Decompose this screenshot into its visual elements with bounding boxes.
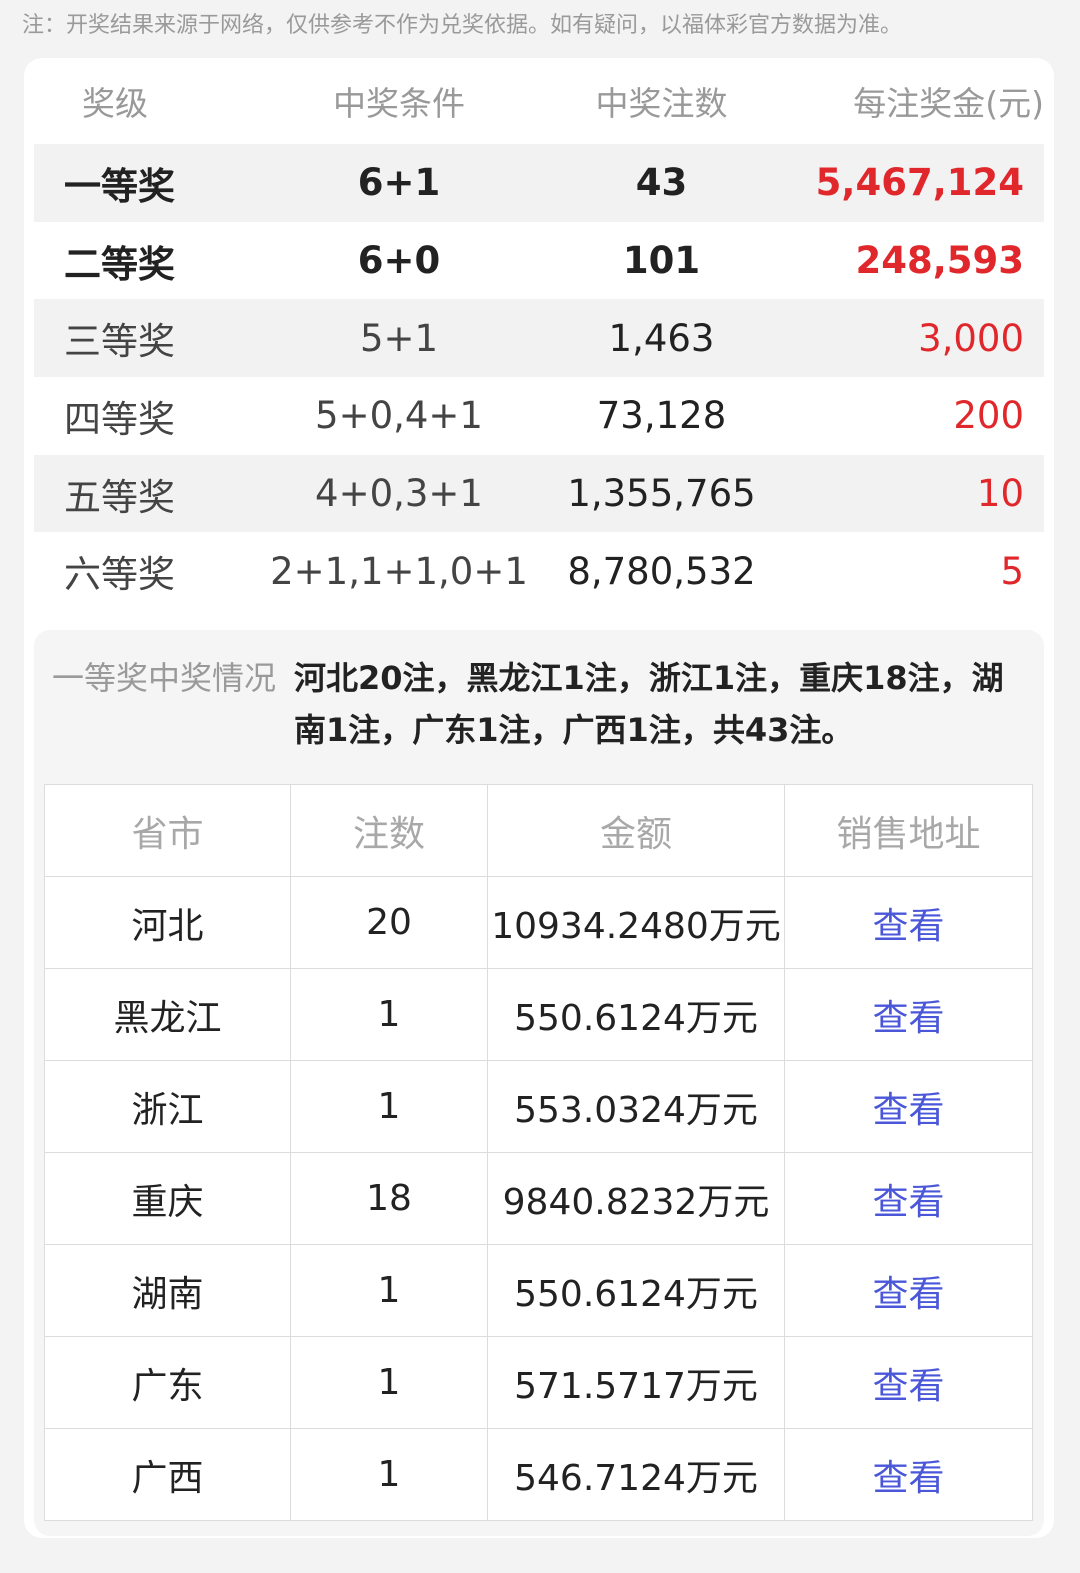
header-money: 金额 bbox=[487, 784, 785, 877]
prize-condition: 5+0,4+1 bbox=[315, 394, 483, 438]
prize-count: 73,128 bbox=[596, 394, 727, 438]
prize-amount: 10 bbox=[976, 472, 1024, 516]
table-row: 重庆 18 9840.8232万元 查看 bbox=[44, 1152, 1033, 1245]
prize-count: 8,780,532 bbox=[567, 549, 756, 593]
table-row: 广西 1 546.7124万元 查看 bbox=[44, 1428, 1033, 1521]
province-amount: 550.6124万元 bbox=[487, 1244, 785, 1337]
prize-row: 五等奖 4+0,3+1 1,355,765 10 bbox=[34, 454, 1044, 533]
prize-level: 六等奖 bbox=[64, 553, 175, 597]
prize-row: 四等奖 5+0,4+1 73,128 200 bbox=[34, 377, 1044, 455]
view-address-link[interactable]: 查看 bbox=[784, 1152, 1033, 1245]
province-name: 浙江 bbox=[44, 1060, 291, 1153]
province-table: 省市 注数 金额 销售地址 河北 20 10934.2480万元 查看 黑龙江 … bbox=[44, 784, 1033, 1521]
province-count: 1 bbox=[290, 1336, 488, 1429]
province-amount: 9840.8232万元 bbox=[487, 1152, 785, 1245]
province-table-header: 省市 注数 金额 销售地址 bbox=[44, 784, 1033, 877]
prize-level: 一等奖 bbox=[64, 164, 175, 208]
province-name: 湖南 bbox=[44, 1244, 291, 1337]
header-level: 奖级 bbox=[82, 84, 148, 123]
first-prize-distribution: 河北20注，黑龙江1注，浙江1注，重庆18注，湖南1注，广东1注，广西1注，共4… bbox=[294, 659, 1004, 749]
province-name: 广西 bbox=[44, 1428, 291, 1521]
prize-row: 三等奖 5+1 1,463 3,000 bbox=[34, 299, 1044, 378]
first-prize-summary: 一等奖中奖情况 河北20注，黑龙江1注，浙江1注，重庆18注，湖南1注，广东1注… bbox=[52, 652, 1032, 756]
disclaimer-notice: 注：开奖结果来源于网络，仅供参考不作为兑奖依据。如有疑问，以福体彩官方数据为准。 bbox=[22, 13, 903, 38]
province-count: 18 bbox=[290, 1152, 488, 1245]
results-card: 奖级 中奖条件 中奖注数 每注奖金(元) 一等奖 6+1 43 5,467,12… bbox=[24, 58, 1054, 1538]
view-address-link[interactable]: 查看 bbox=[784, 876, 1033, 969]
table-row: 广东 1 571.5717万元 查看 bbox=[44, 1336, 1033, 1429]
prize-condition: 5+1 bbox=[359, 316, 439, 360]
table-row: 河北 20 10934.2480万元 查看 bbox=[44, 876, 1033, 969]
province-count: 1 bbox=[290, 1244, 488, 1337]
prize-condition: 4+0,3+1 bbox=[315, 472, 483, 516]
province-count: 1 bbox=[290, 1060, 488, 1153]
prize-count: 101 bbox=[622, 239, 701, 283]
prize-level: 三等奖 bbox=[64, 320, 175, 364]
header-address: 销售地址 bbox=[784, 784, 1033, 877]
prize-condition: 6+1 bbox=[357, 161, 441, 205]
province-amount: 10934.2480万元 bbox=[487, 876, 785, 969]
view-address-link[interactable]: 查看 bbox=[784, 1244, 1033, 1337]
province-name: 重庆 bbox=[44, 1152, 291, 1245]
prize-row: 二等奖 6+0 101 248,593 bbox=[34, 222, 1044, 300]
header-condition: 中奖条件 bbox=[333, 84, 465, 123]
prize-amount: 3,000 bbox=[918, 316, 1024, 360]
province-amount: 550.6124万元 bbox=[487, 968, 785, 1061]
province-count: 1 bbox=[290, 1428, 488, 1521]
prize-amount: 5 bbox=[1000, 549, 1024, 593]
header-amount: 每注奖金(元) bbox=[853, 84, 1044, 123]
prize-condition: 6+0 bbox=[357, 239, 441, 283]
prize-level: 二等奖 bbox=[64, 242, 175, 286]
header-province: 省市 bbox=[44, 784, 291, 877]
prize-condition: 2+1,1+1,0+1 bbox=[270, 549, 528, 593]
prize-count: 43 bbox=[635, 161, 688, 205]
view-address-link[interactable]: 查看 bbox=[784, 968, 1033, 1061]
prize-row: 六等奖 2+1,1+1,0+1 8,780,532 5 bbox=[34, 532, 1044, 610]
prize-count: 1,355,765 bbox=[567, 472, 756, 516]
province-amount: 571.5717万元 bbox=[487, 1336, 785, 1429]
province-name: 黑龙江 bbox=[44, 968, 291, 1061]
prize-count: 1,463 bbox=[608, 316, 715, 360]
province-amount: 546.7124万元 bbox=[487, 1428, 785, 1521]
first-prize-detail: 一等奖中奖情况 河北20注，黑龙江1注，浙江1注，重庆18注，湖南1注，广东1注… bbox=[34, 630, 1044, 1536]
province-count: 20 bbox=[290, 876, 488, 969]
table-row: 黑龙江 1 550.6124万元 查看 bbox=[44, 968, 1033, 1061]
province-name: 河北 bbox=[44, 876, 291, 969]
first-prize-label: 一等奖中奖情况 bbox=[52, 659, 277, 697]
prize-amount: 200 bbox=[953, 394, 1024, 438]
header-count: 中奖注数 bbox=[595, 84, 728, 123]
province-amount: 553.0324万元 bbox=[487, 1060, 785, 1153]
table-row: 湖南 1 550.6124万元 查看 bbox=[44, 1244, 1033, 1337]
view-address-link[interactable]: 查看 bbox=[784, 1060, 1033, 1153]
prize-row: 一等奖 6+1 43 5,467,124 bbox=[34, 144, 1044, 222]
prize-table-body: 一等奖 6+1 43 5,467,124 二等奖 6+0 101 248,593… bbox=[34, 144, 1044, 610]
province-count: 1 bbox=[290, 968, 488, 1061]
prize-amount: 5,467,124 bbox=[815, 161, 1024, 205]
view-address-link[interactable]: 查看 bbox=[784, 1428, 1033, 1521]
prize-table-header: 奖级 中奖条件 中奖注数 每注奖金(元) bbox=[34, 58, 1044, 144]
prize-level: 五等奖 bbox=[64, 475, 175, 519]
header-bets: 注数 bbox=[290, 784, 488, 877]
prize-amount: 248,593 bbox=[855, 239, 1024, 283]
table-row: 浙江 1 553.0324万元 查看 bbox=[44, 1060, 1033, 1153]
prize-level: 四等奖 bbox=[64, 397, 175, 441]
province-name: 广东 bbox=[44, 1336, 291, 1429]
view-address-link[interactable]: 查看 bbox=[784, 1336, 1033, 1429]
